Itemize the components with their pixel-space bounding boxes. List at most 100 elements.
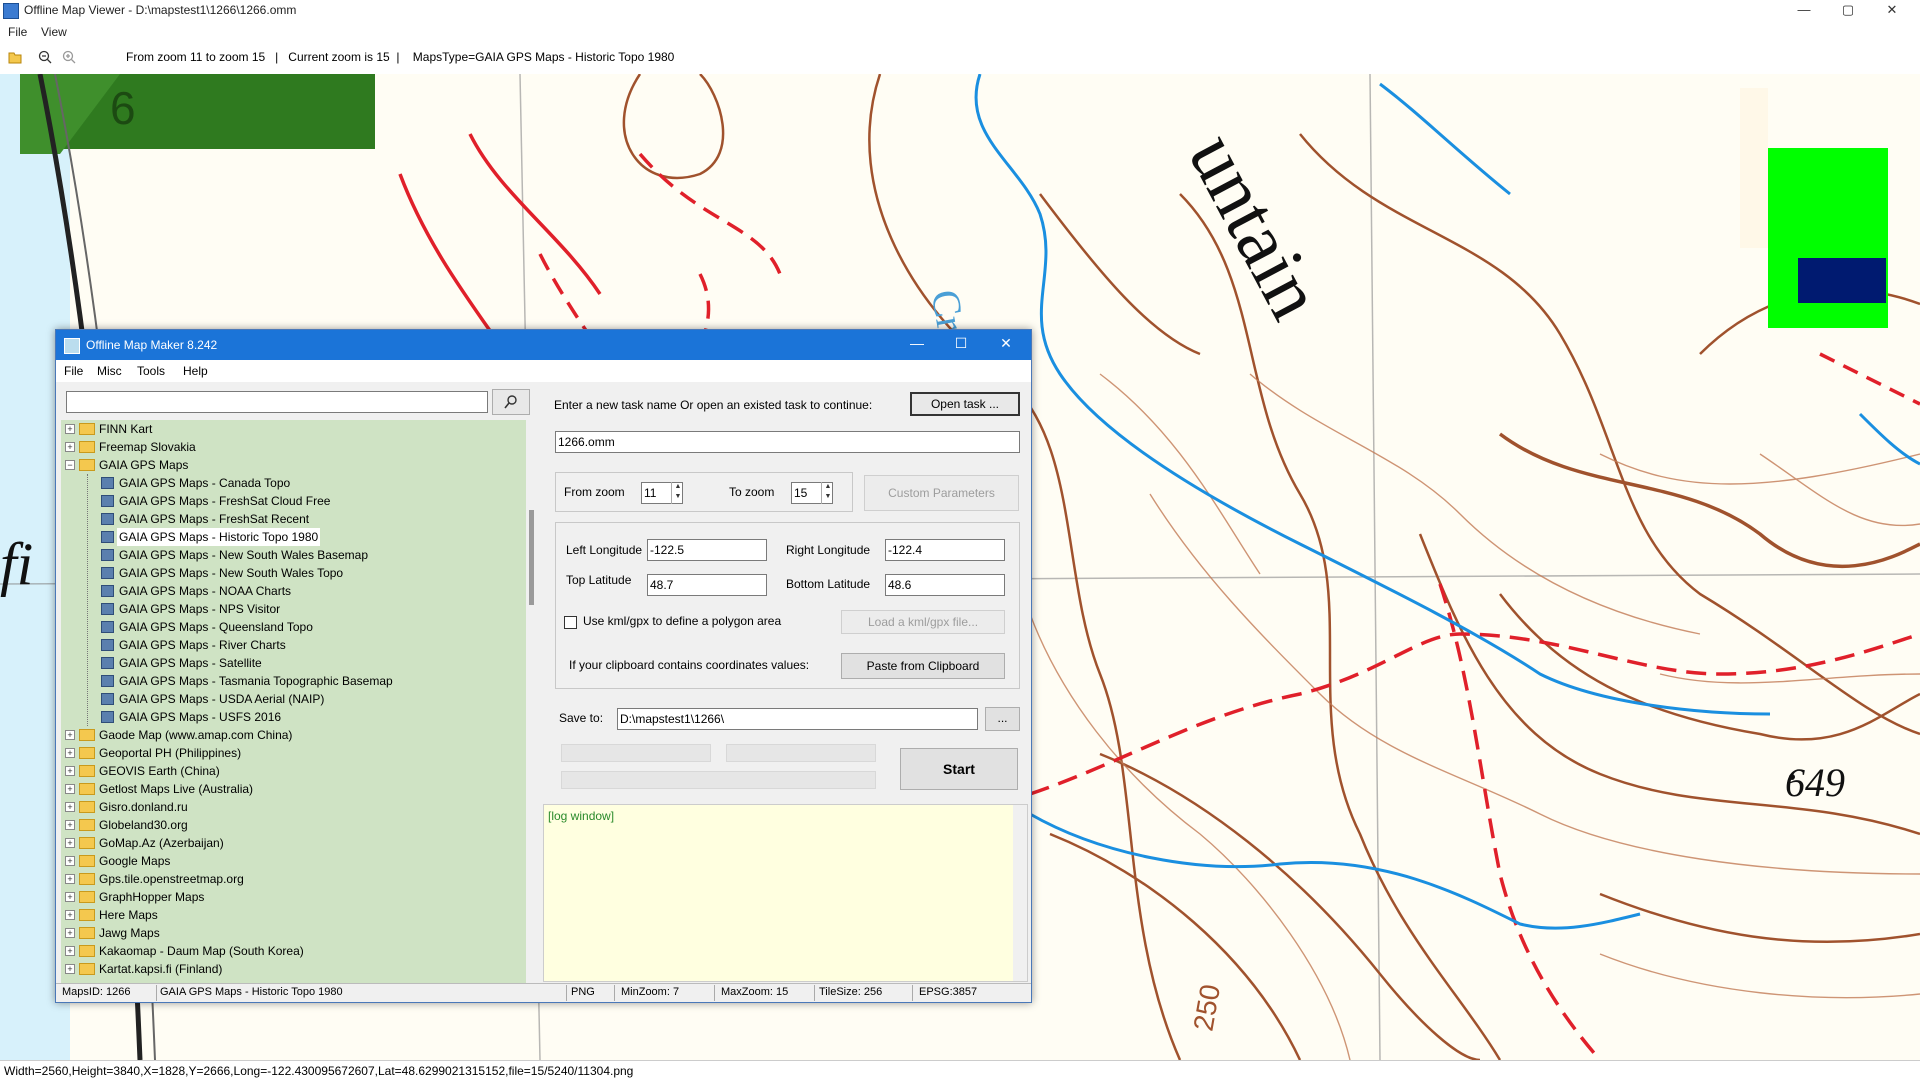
tree-item-label: GAIA GPS Maps - River Charts [119,638,286,652]
tree-folder[interactable]: + GoMap.Az (Azerbaijan) [61,834,531,852]
menu-view[interactable]: View [41,25,67,39]
browse-button[interactable]: ... [985,707,1020,731]
expand-icon[interactable]: + [65,802,75,812]
top-latitude-input[interactable]: 48.7 [647,574,767,596]
folder-icon [79,747,95,759]
tree-map-item[interactable]: GAIA GPS Maps - Satellite [61,654,531,672]
tree-map-item[interactable]: GAIA GPS Maps - NOAA Charts [61,582,531,600]
map-icon [101,495,114,507]
menu-file[interactable]: File [8,25,27,39]
to-zoom-spinner[interactable]: ▲ ▼ [821,482,834,504]
expand-icon[interactable]: + [65,874,75,884]
expand-icon[interactable]: + [65,784,75,794]
map-search-input[interactable] [66,391,488,413]
tree-map-item[interactable]: GAIA GPS Maps - New South Wales Basemap [61,546,531,564]
dialog-title: Offline Map Maker 8.242 [86,338,218,352]
dialog-menu-tools[interactable]: Tools [137,364,165,378]
tree-map-item[interactable]: GAIA GPS Maps - Historic Topo 1980 [61,528,531,546]
paste-clipboard-button[interactable]: Paste from Clipboard [841,653,1005,679]
log-scrollbar[interactable] [1013,805,1027,981]
tree-scrollbar[interactable] [526,420,538,985]
expand-icon[interactable]: + [65,442,75,452]
tree-item-label: Here Maps [99,908,158,922]
expand-icon[interactable]: + [65,730,75,740]
tree-map-item[interactable]: GAIA GPS Maps - USDA Aerial (NAIP) [61,690,531,708]
dialog-minimize-button[interactable]: — [897,335,937,351]
tree-scroll-thumb[interactable] [529,510,534,605]
tree-map-item[interactable]: GAIA GPS Maps - Queensland Topo [61,618,531,636]
tree-map-item[interactable]: GAIA GPS Maps - River Charts [61,636,531,654]
tree-folder[interactable]: + GEOVIS Earth (China) [61,762,531,780]
zoom-out-icon[interactable] [38,50,52,64]
tree-map-item[interactable]: GAIA GPS Maps - Tasmania Topographic Bas… [61,672,531,690]
load-kml-button[interactable]: Load a kml/gpx file... [841,610,1005,634]
maximize-button[interactable]: ▢ [1826,0,1870,22]
expand-icon[interactable]: + [65,424,75,434]
tree-folder[interactable]: + GraphHopper Maps [61,888,531,906]
expand-icon[interactable]: + [65,820,75,830]
tree-folder[interactable]: + Gaode Map (www.amap.com China) [61,726,531,744]
custom-parameters-button[interactable]: Custom Parameters [864,475,1019,511]
expand-icon[interactable]: + [65,892,75,902]
expand-icon[interactable]: + [65,928,75,938]
status-map-name: GAIA GPS Maps - Historic Topo 1980 [160,986,343,998]
from-zoom-spinner[interactable]: ▲ ▼ [671,482,684,504]
tree-folder[interactable]: + Kartat.kapsi.fi (Finland) [61,960,531,978]
save-to-input[interactable]: D:\mapstest1\1266\ [617,708,978,730]
zoom-in-icon[interactable] [62,50,76,64]
dialog-maximize-button[interactable]: ☐ [941,335,981,352]
folder-icon [79,909,95,921]
left-longitude-input[interactable]: -122.5 [647,539,767,561]
dialog-menu-misc[interactable]: Misc [97,364,122,378]
tree-folder[interactable]: + Geoportal PH (Philippines) [61,744,531,762]
tree-map-item[interactable]: GAIA GPS Maps - USFS 2016 [61,708,531,726]
tree-folder[interactable]: + Here Maps [61,906,531,924]
expand-icon[interactable]: + [65,946,75,956]
log-window[interactable]: [log window] [543,804,1028,982]
tree-folder[interactable]: + Kakaomap - Daum Map (South Korea) [61,942,531,960]
tree-folder[interactable]: + Gisro.donland.ru [61,798,531,816]
dialog-menu-help[interactable]: Help [183,364,208,378]
tree-item-label: GAIA GPS Maps - Tasmania Topographic Bas… [119,674,393,688]
tree-map-item[interactable]: GAIA GPS Maps - New South Wales Topo [61,564,531,582]
minimap-viewport[interactable] [1798,258,1886,303]
open-folder-icon[interactable] [8,50,22,64]
expand-icon[interactable]: + [65,838,75,848]
task-name-input[interactable]: 1266.omm [555,431,1020,453]
close-button[interactable]: ✕ [1870,0,1914,22]
dialog-close-button[interactable]: ✕ [986,335,1026,352]
tree-folder[interactable]: + Google Maps [61,852,531,870]
tree-folder[interactable]: + Globeland30.org [61,816,531,834]
tree-item-label: GAIA GPS Maps - New South Wales Topo [119,566,344,580]
collapse-icon[interactable]: − [65,460,75,470]
tree-folder[interactable]: + Freemap Slovakia [61,438,531,456]
tree-folder[interactable]: + Gps.tile.openstreetmap.org [61,870,531,888]
tree-map-item[interactable]: GAIA GPS Maps - FreshSat Cloud Free [61,492,531,510]
bottom-latitude-input[interactable]: 48.6 [885,574,1005,596]
minimap[interactable] [1768,148,1888,328]
tree-folder[interactable]: + FINN Kart [61,420,531,438]
tree-map-item[interactable]: GAIA GPS Maps - NPS Visitor [61,600,531,618]
dialog-title-bar: Offline Map Maker 8.242 — ☐ ✕ [56,330,1031,360]
search-button[interactable] [492,389,530,415]
tree-folder[interactable]: + Getlost Maps Live (Australia) [61,780,531,798]
expand-icon[interactable]: + [65,856,75,866]
expand-icon[interactable]: + [65,910,75,920]
right-longitude-input[interactable]: -122.4 [885,539,1005,561]
kml-checkbox[interactable] [564,616,577,629]
tree-folder[interactable]: + Jawg Maps [61,924,531,942]
tree-map-item[interactable]: GAIA GPS Maps - FreshSat Recent [61,510,531,528]
expand-icon[interactable]: + [65,748,75,758]
viewer-status-text: Width=2560,Height=3840,X=1828,Y=2666,Lon… [4,1064,634,1078]
expand-icon[interactable]: + [65,964,75,974]
viewer-status-bar: Width=2560,Height=3840,X=1828,Y=2666,Lon… [0,1060,1920,1081]
minimize-button[interactable]: — [1782,0,1826,22]
tree-item-label: GAIA GPS Maps - Historic Topo 1980 [117,528,321,546]
dialog-menu-file[interactable]: File [64,364,83,378]
tree-folder[interactable]: − GAIA GPS Maps [61,456,531,474]
open-task-button[interactable]: Open task ... [910,392,1020,416]
tree-map-item[interactable]: GAIA GPS Maps - Canada Topo [61,474,531,492]
expand-icon[interactable]: + [65,766,75,776]
start-button[interactable]: Start [900,748,1018,790]
map-type-tree[interactable]: + FINN Kart + Freemap Slovakia − GAIA GPS Map… [61,420,536,985]
